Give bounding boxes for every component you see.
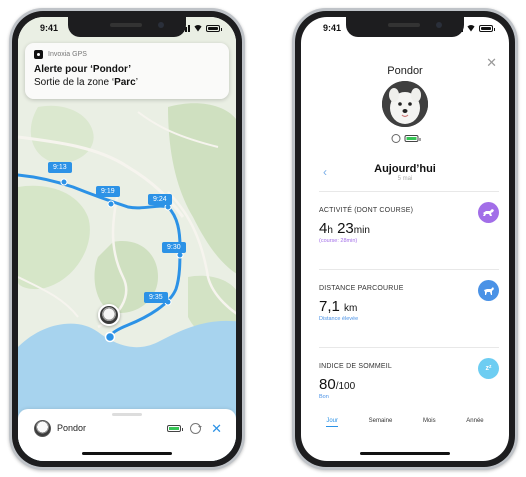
app-logo-icon (34, 50, 43, 59)
sheet-grabber[interactable] (112, 413, 142, 416)
date-navigator: Aujourd’hui 5 mai (301, 163, 509, 182)
activity-minutes: 23 (337, 220, 354, 237)
timeline-label[interactable]: 9:13 (48, 162, 72, 173)
date-subtitle: 5 mai (397, 176, 413, 182)
activity-sub: (course: 28min) (319, 238, 358, 244)
activity-card[interactable]: ACTIVITÉ (DONT COURSE) 4h 23min (course:… (319, 202, 499, 244)
divider (319, 191, 499, 192)
pet-row: Pondor ✕ (34, 417, 222, 439)
distance-unit: km (344, 303, 358, 314)
sleep-card[interactable]: INDICE DE SOMMEIL 80/100 Bon zz (319, 358, 499, 400)
running-dog-icon (478, 202, 499, 223)
notch (68, 17, 186, 37)
map-screen: 9:41 9:13 9:19 9:24 9:30 9:35 Invoxia GP… (18, 17, 236, 461)
distance-card[interactable]: DISTANCE PARCOURUE 7,1 km Distance élevé… (319, 280, 499, 322)
timeline-label[interactable]: 9:24 (148, 194, 172, 205)
sleep-unit: /100 (335, 381, 356, 392)
divider (319, 347, 499, 348)
tab-year[interactable]: Année (466, 418, 483, 427)
tab-week[interactable]: Semaine (369, 418, 393, 427)
stats-screen: 9:41 ✕ Pondor ‹ Aujourd’hui 5 mai ACTIVI… (301, 17, 509, 461)
distance-sub: Distance élevée (319, 316, 359, 322)
timeline-label[interactable]: 9:19 (96, 186, 120, 197)
alert-notification[interactable]: Invoxia GPS Alerte pour ‘Pondor’ Sortie … (25, 43, 229, 99)
timeline-label[interactable]: 9:30 (162, 242, 186, 253)
phone-map: 9:41 9:13 9:19 9:24 9:30 9:35 Invoxia GP… (9, 8, 245, 470)
sleep-value: 80/100 (319, 376, 499, 393)
sync-icon[interactable] (391, 134, 401, 143)
tab-day[interactable]: Jour (326, 418, 338, 427)
activity-value: 4h 23min (319, 220, 499, 237)
dog-avatar-icon (34, 419, 51, 437)
activity-title: ACTIVITÉ (DONT COURSE) (319, 207, 414, 214)
distance-title: DISTANCE PARCOURUE (319, 285, 404, 292)
phone-bezel: 9:41 9:13 9:19 9:24 9:30 9:35 Invoxia GP… (12, 11, 242, 467)
notification-header: Invoxia GPS (34, 50, 220, 59)
activity-minutes-unit: min (353, 225, 370, 236)
wifi-icon (466, 25, 476, 32)
notification-body: Sortie de la zone ‘Parc’ (34, 77, 220, 88)
battery-status-icon (479, 24, 495, 32)
notification-zone-name: Parc (114, 77, 136, 88)
battery-icon (404, 135, 421, 142)
pet-photo (382, 81, 428, 127)
home-indicator (360, 452, 450, 455)
sleep-number: 80 (319, 376, 336, 393)
divider (319, 269, 499, 270)
walking-dog-icon (478, 280, 499, 301)
period-tabs: Jour Semaine Mois Année (301, 418, 509, 427)
phone-stats: 9:41 ✕ Pondor ‹ Aujourd’hui 5 mai ACTIVI… (292, 8, 518, 470)
sleep-zz-icon: zz (478, 358, 499, 379)
pet-name-title: Pondor (387, 65, 423, 77)
timeline-label[interactable]: 9:35 (144, 292, 168, 303)
notch (346, 17, 464, 37)
notification-body-prefix: Sortie de la zone ‘ (34, 77, 115, 88)
status-time: 9:41 (40, 23, 59, 33)
home-indicator (82, 452, 172, 455)
battery-icon (167, 424, 184, 432)
app-showcase: 9:41 9:13 9:19 9:24 9:30 9:35 Invoxia GP… (0, 0, 526, 477)
status-time: 9:41 (323, 23, 342, 33)
notification-title: Alerte pour ‘Pondor’ (34, 64, 132, 75)
phone-bezel: 9:41 ✕ Pondor ‹ Aujourd’hui 5 mai ACTIVI… (295, 11, 515, 467)
dog-illustration (382, 81, 428, 127)
sync-icon[interactable] (190, 422, 203, 434)
notification-app-name: Invoxia GPS (48, 51, 87, 58)
distance-value: 7,1 km (319, 298, 499, 315)
sleep-sub: Bon (319, 394, 329, 400)
wifi-icon (193, 25, 203, 32)
battery-status-icon (206, 24, 222, 32)
distance-number: 7,1 (319, 298, 340, 315)
pet-status-icons (391, 134, 421, 143)
tab-month[interactable]: Mois (423, 418, 436, 427)
pet-location-pin[interactable] (98, 304, 120, 326)
notification-body-suffix: ’ (135, 77, 138, 88)
close-icon[interactable]: ✕ (211, 422, 222, 435)
pet-name: Pondor (57, 423, 87, 433)
date-title: Aujourd’hui (374, 163, 436, 175)
sleep-title: INDICE DE SOMMEIL (319, 363, 393, 370)
